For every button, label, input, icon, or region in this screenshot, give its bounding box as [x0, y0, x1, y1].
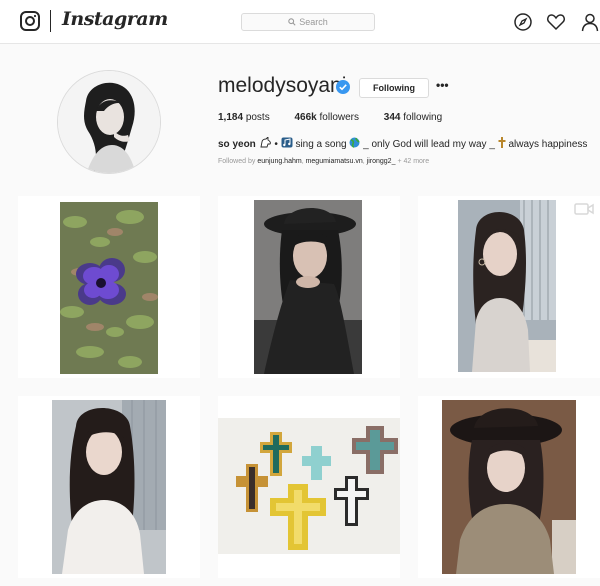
followers-count[interactable]: 466k followers — [295, 112, 360, 123]
follower-link[interactable]: megumiamatsu.vn — [306, 158, 363, 165]
selfie-photo-2 — [52, 400, 166, 574]
followed-by-more[interactable]: + 42 more — [397, 158, 429, 165]
profile-bio: so yeon • sing a song _ only God will le… — [218, 135, 588, 150]
followers-value: 466k — [294, 112, 317, 123]
profile-stats: 1,184 posts 466k followers 344 following — [218, 112, 464, 123]
search-input[interactable]: Search — [241, 13, 375, 31]
top-navigation-bar: Instagram Search — [0, 0, 600, 44]
follower-link[interactable]: jirongg2_ — [367, 158, 396, 165]
person-icon[interactable] — [580, 12, 600, 32]
music-emoji-icon — [281, 137, 293, 148]
followed-by-line[interactable]: Followed by eunjung.hahm, megumiamatsu.v… — [218, 158, 429, 165]
search-placeholder: Search — [299, 17, 328, 27]
following-button[interactable]: Following — [359, 78, 429, 98]
flower-photo — [60, 202, 158, 374]
hat-portrait-photo — [254, 200, 362, 374]
compass-icon[interactable] — [513, 12, 533, 32]
followers-label: followers — [319, 112, 359, 123]
instagram-wordmark[interactable]: Instagram — [62, 8, 168, 30]
instagram-logo-icon[interactable] — [20, 11, 40, 31]
bio-part-1: sing a song — [295, 139, 347, 150]
bio-part-3: always happiness — [508, 139, 588, 150]
post-tile-flower[interactable] — [18, 196, 200, 378]
hat-selfie-photo — [442, 400, 576, 574]
bio-part-2: _ only God will lead my way _ — [363, 139, 495, 150]
posts-label: posts — [245, 112, 270, 123]
video-icon — [574, 203, 594, 215]
heart-icon[interactable] — [546, 12, 566, 32]
crosses-photo — [218, 418, 400, 554]
search-icon — [288, 18, 296, 26]
globe-emoji-icon — [349, 137, 360, 148]
verified-badge-icon — [336, 80, 350, 94]
post-tile-hat-selfie[interactable] — [418, 396, 600, 578]
bio-separator: • — [274, 139, 278, 150]
followed-by-prefix: Followed by — [218, 158, 256, 165]
post-tile-selfie-video[interactable] — [418, 196, 600, 378]
unicorn-emoji-icon — [260, 135, 271, 148]
cross-emoji-icon — [498, 137, 506, 148]
profile-avatar[interactable] — [57, 70, 161, 174]
posts-value: 1,184 — [218, 112, 244, 123]
logo-divider — [50, 10, 51, 32]
following-count[interactable]: 344 following — [384, 112, 442, 123]
post-tile-crosses[interactable] — [218, 396, 400, 578]
more-options-button[interactable]: ••• — [436, 78, 450, 94]
selfie-photo — [458, 200, 556, 372]
posts-count: 1,184 posts — [218, 112, 270, 123]
following-value: 344 — [383, 112, 401, 123]
profile-username: melodysoyani — [218, 74, 347, 97]
follower-link[interactable]: eunjung.hahm — [257, 158, 301, 165]
bio-name: so yeon — [218, 139, 256, 150]
post-tile-hat-portrait[interactable] — [218, 196, 400, 378]
following-label: following — [403, 112, 443, 123]
post-tile-selfie[interactable] — [18, 396, 200, 578]
